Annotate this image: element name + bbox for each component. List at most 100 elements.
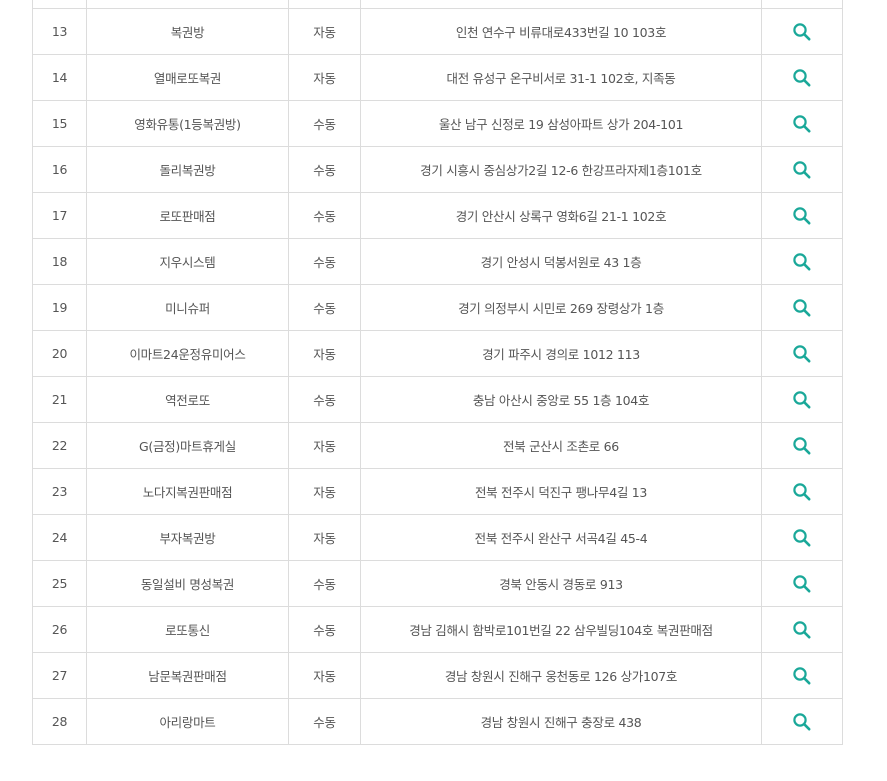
cell-number: 26 bbox=[32, 606, 87, 653]
cell-store-name: 이마트24운정유미어스 bbox=[86, 330, 289, 377]
cell-address: 대전 유성구 온구비서로 31-1 102호, 지족동 bbox=[360, 54, 762, 101]
cell-number: 18 bbox=[32, 238, 87, 285]
search-icon[interactable] bbox=[792, 252, 812, 272]
cell-purchase-type: 수동 bbox=[288, 376, 361, 423]
cell-address: 경기 안산시 상록구 영화6길 21-1 102호 bbox=[360, 192, 762, 239]
cell-purchase-type: 수동 bbox=[288, 100, 361, 147]
cell-store-name: G(금정)마트휴게실 bbox=[86, 422, 289, 469]
search-icon[interactable] bbox=[792, 344, 812, 364]
cell-address: 경남 김해시 함박로101번길 22 삼우빌딩104호 복권판매점 bbox=[360, 606, 762, 653]
cell-store-name: 역전로또 bbox=[86, 376, 289, 423]
search-icon[interactable] bbox=[792, 390, 812, 410]
table-row: 15 영화유통(1등복권방) 수동 울산 남구 신정로 19 삼성아파트 상가 … bbox=[32, 100, 843, 147]
cell-store-name: 부자복권방 bbox=[86, 514, 289, 561]
table-row: 24 부자복권방 자동 전북 전주시 완산구 서곡4길 45-4 bbox=[32, 514, 843, 561]
search-icon[interactable] bbox=[792, 574, 812, 594]
cell-map bbox=[761, 146, 843, 193]
cell-map bbox=[761, 652, 843, 699]
cell-purchase-type: 수동 bbox=[288, 606, 361, 653]
search-icon[interactable] bbox=[792, 620, 812, 640]
search-icon[interactable] bbox=[792, 436, 812, 456]
cell-number: 13 bbox=[32, 8, 87, 55]
cell-number: 27 bbox=[32, 652, 87, 699]
cell-purchase-type: 수동 bbox=[288, 146, 361, 193]
cell-map bbox=[761, 284, 843, 331]
table-row: 16 돌리복권방 수동 경기 시흥시 중심상가2길 12-6 한강프라자제1층1… bbox=[32, 146, 843, 193]
cell-address: 경북 안동시 경동로 913 bbox=[360, 560, 762, 607]
cell-number: 25 bbox=[32, 560, 87, 607]
cell-purchase-type: 수동 bbox=[288, 284, 361, 331]
cell-number: 23 bbox=[32, 468, 87, 515]
cell-store-name: 지우시스템 bbox=[86, 238, 289, 285]
cell-number: 21 bbox=[32, 376, 87, 423]
cell-address: 경기 안성시 덕봉서원로 43 1층 bbox=[360, 238, 762, 285]
cell-number: 16 bbox=[32, 146, 87, 193]
cell-number: 20 bbox=[32, 330, 87, 377]
search-icon[interactable] bbox=[792, 712, 812, 732]
cell-map bbox=[761, 100, 843, 147]
cell-number: 14 bbox=[32, 54, 87, 101]
cell-purchase-type: 수동 bbox=[288, 698, 361, 745]
cell-store-name: 남문복권판매점 bbox=[86, 652, 289, 699]
cell-number: 15 bbox=[32, 100, 87, 147]
cell-address: 전북 군산시 조촌로 66 bbox=[360, 422, 762, 469]
search-icon[interactable] bbox=[792, 666, 812, 686]
cell-address: 경남 창원시 진해구 웅천동로 126 상가107호 bbox=[360, 652, 762, 699]
table-row: 27 남문복권판매점 자동 경남 창원시 진해구 웅천동로 126 상가107호 bbox=[32, 652, 843, 699]
cell-number: 19 bbox=[32, 284, 87, 331]
table-row: 22 G(금정)마트휴게실 자동 전북 군산시 조촌로 66 bbox=[32, 422, 843, 469]
cell-address: 경기 파주시 경의로 1012 113 bbox=[360, 330, 762, 377]
search-icon[interactable] bbox=[792, 298, 812, 318]
cell-map bbox=[761, 8, 843, 55]
table-row: 18 지우시스템 수동 경기 안성시 덕봉서원로 43 1층 bbox=[32, 238, 843, 285]
store-table-container: 13 복권방 자동 인천 연수구 비류대로433번길 10 103호 14 열매… bbox=[32, 0, 843, 745]
cell-address: 전북 전주시 완산구 서곡4길 45-4 bbox=[360, 514, 762, 561]
table-row: 28 아리랑마트 수동 경남 창원시 진해구 충장로 438 bbox=[32, 698, 843, 745]
cell-map bbox=[761, 698, 843, 745]
cell-store-name: 아리랑마트 bbox=[86, 698, 289, 745]
cell-map bbox=[761, 238, 843, 285]
cell-store-name: 미니슈퍼 bbox=[86, 284, 289, 331]
cell-purchase-type: 자동 bbox=[288, 330, 361, 377]
search-icon[interactable] bbox=[792, 528, 812, 548]
search-icon[interactable] bbox=[792, 482, 812, 502]
cell-address: 경남 창원시 진해구 충장로 438 bbox=[360, 698, 762, 745]
cell-map bbox=[761, 422, 843, 469]
cell-address: 경기 시흥시 중심상가2길 12-6 한강프라자제1층101호 bbox=[360, 146, 762, 193]
table-row: 13 복권방 자동 인천 연수구 비류대로433번길 10 103호 bbox=[32, 8, 843, 55]
cell-map bbox=[761, 376, 843, 423]
store-table: 13 복권방 자동 인천 연수구 비류대로433번길 10 103호 14 열매… bbox=[32, 0, 843, 745]
cell-address: 충남 아산시 중앙로 55 1층 104호 bbox=[360, 376, 762, 423]
cell-purchase-type: 자동 bbox=[288, 8, 361, 55]
search-icon[interactable] bbox=[792, 114, 812, 134]
search-icon[interactable] bbox=[792, 22, 812, 42]
cell-purchase-type: 자동 bbox=[288, 422, 361, 469]
cell-purchase-type: 수동 bbox=[288, 560, 361, 607]
table-row: 14 열매로또복권 자동 대전 유성구 온구비서로 31-1 102호, 지족동 bbox=[32, 54, 843, 101]
cell-address: 경기 의정부시 시민로 269 장령상가 1층 bbox=[360, 284, 762, 331]
cell-number: 24 bbox=[32, 514, 87, 561]
cell-purchase-type: 자동 bbox=[288, 468, 361, 515]
cell-map bbox=[761, 606, 843, 653]
cell-store-name: 열매로또복권 bbox=[86, 54, 289, 101]
cell-store-name: 복권방 bbox=[86, 8, 289, 55]
cell-store-name: 돌리복권방 bbox=[86, 146, 289, 193]
cell-map bbox=[761, 330, 843, 377]
table-row: 17 로또판매점 수동 경기 안산시 상록구 영화6길 21-1 102호 bbox=[32, 192, 843, 239]
cell-store-name: 동일설비 명성복권 bbox=[86, 560, 289, 607]
search-icon[interactable] bbox=[792, 206, 812, 226]
table-row-partial bbox=[32, 0, 843, 9]
cell-map bbox=[761, 468, 843, 515]
cell-map bbox=[761, 514, 843, 561]
cell-map bbox=[761, 54, 843, 101]
search-icon[interactable] bbox=[792, 68, 812, 88]
cell-map bbox=[761, 560, 843, 607]
cell-number: 22 bbox=[32, 422, 87, 469]
search-icon[interactable] bbox=[792, 160, 812, 180]
cell-number: 28 bbox=[32, 698, 87, 745]
cell-map bbox=[761, 192, 843, 239]
cell-store-name: 로또통신 bbox=[86, 606, 289, 653]
store-table-body: 13 복권방 자동 인천 연수구 비류대로433번길 10 103호 14 열매… bbox=[32, 0, 843, 745]
cell-number: 17 bbox=[32, 192, 87, 239]
cell-purchase-type: 자동 bbox=[288, 54, 361, 101]
